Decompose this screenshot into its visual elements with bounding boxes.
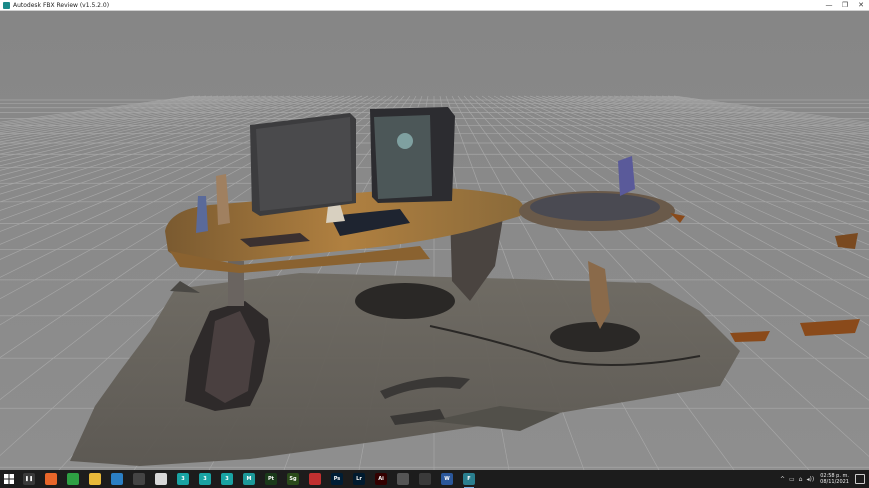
clock[interactable]: 02:58 p. m. 08/11/2021 [820, 473, 849, 485]
window-controls: — ❐ ✕ [821, 0, 869, 11]
taskbar-file-explorer-icon[interactable] [89, 473, 101, 485]
restore-button[interactable]: ❐ [837, 0, 853, 11]
taskbar-chrome-icon[interactable] [67, 473, 79, 485]
3d-viewport[interactable] [0, 11, 869, 470]
taskbar-app-painter-icon[interactable]: Pt [265, 473, 277, 485]
taskbar-app-red-circle-icon[interactable] [309, 473, 321, 485]
title-bar: Autodesk FBX Review (v1.5.2.0) — ❐ ✕ [0, 0, 869, 11]
notification-icon[interactable] [855, 474, 865, 484]
taskbar-app-3ds-1-icon[interactable]: 3 [177, 473, 189, 485]
clock-date: 08/11/2021 [820, 479, 849, 485]
stool-base-shadow [550, 322, 640, 352]
taskbar: ❚❚ 3 3 3 M Pt Sg Ps Lr Ai W F ^ ▭ ⌂ ◂)) 02:58 p. m.… [0, 470, 869, 488]
close-button[interactable]: ✕ [853, 0, 869, 11]
start-button[interactable] [0, 470, 18, 488]
taskbar-app-illustrator-icon[interactable]: Ai [375, 473, 387, 485]
taskbar-app-blue-1-icon[interactable] [111, 473, 123, 485]
taskbar-app-3ds-3-icon[interactable]: 3 [221, 473, 233, 485]
taskbar-firefox-icon[interactable] [45, 473, 57, 485]
windows-logo-icon [4, 474, 14, 484]
tray-battery-icon[interactable]: ▭ [789, 476, 795, 483]
taskbar-app-terminal-icon[interactable] [133, 473, 145, 485]
taskbar-apps: ❚❚ 3 3 3 M Pt Sg Ps Lr Ai W F [18, 473, 480, 488]
taskbar-app-word-icon[interactable]: W [441, 473, 453, 485]
taskbar-app-3ds-2-icon[interactable]: 3 [199, 473, 211, 485]
taskbar-app-store-icon[interactable] [419, 473, 431, 485]
taskbar-task-view-icon[interactable]: ❚❚ [23, 473, 35, 485]
bottle-left [196, 196, 208, 233]
chair-base-shadow [355, 283, 455, 319]
tray-volume-icon[interactable]: ◂)) [806, 476, 814, 483]
fbx-app-icon [3, 1, 10, 9]
system-tray: ^ ▭ ⌂ ◂)) 02:58 p. m. 08/11/2021 [778, 470, 869, 488]
scene-render [0, 11, 869, 470]
taskbar-app-designer-icon[interactable]: Sg [287, 473, 299, 485]
tray-network-icon[interactable]: ⌂ [799, 476, 803, 483]
window-title: Autodesk FBX Review (v1.5.2.0) [13, 1, 110, 9]
taskbar-app-photoshop-icon[interactable]: Ps [331, 473, 343, 485]
taskbar-app-lightroom-icon[interactable]: Lr [353, 473, 365, 485]
taskbar-app-fbx-icon[interactable]: F [463, 473, 475, 488]
side-table-object [618, 156, 635, 196]
tray-chevron-icon[interactable]: ^ [780, 476, 785, 483]
minimize-button[interactable]: — [821, 0, 837, 11]
taskbar-app-maya-icon[interactable]: M [243, 473, 255, 485]
taskbar-app-wacom-icon[interactable] [397, 473, 409, 485]
taskbar-app-cube-icon[interactable] [155, 473, 167, 485]
